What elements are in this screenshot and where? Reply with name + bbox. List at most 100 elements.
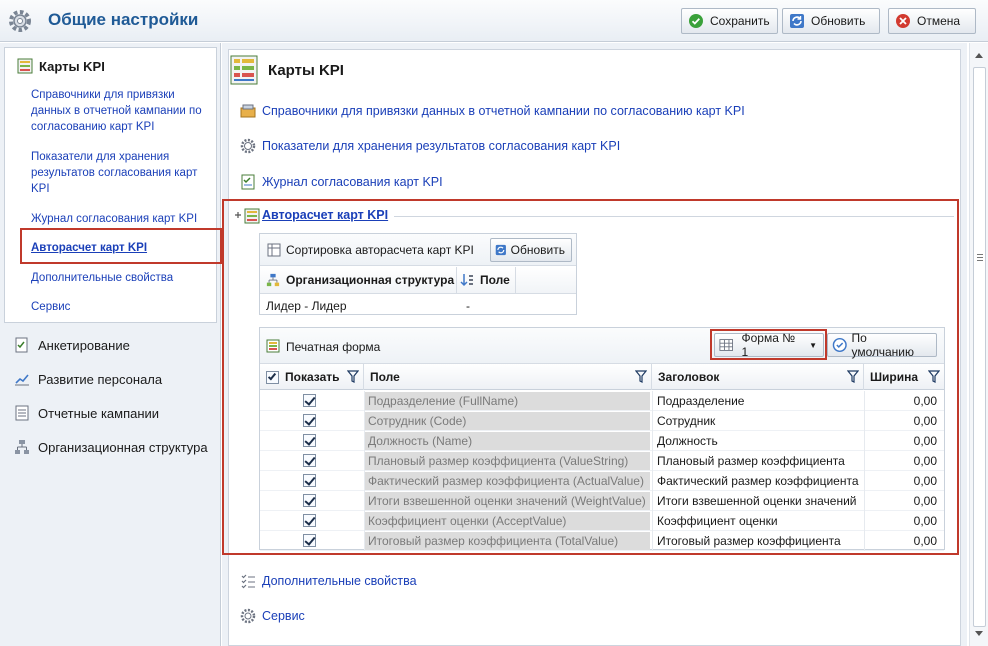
filter-icon[interactable] <box>635 370 647 384</box>
width-cell[interactable]: 0,00 <box>865 491 937 511</box>
col-divider <box>652 491 653 511</box>
form-select-highlight-frame <box>710 329 827 360</box>
filter-icon[interactable] <box>347 370 359 384</box>
cancel-label: Отмена <box>917 14 961 28</box>
refresh-icon <box>790 14 804 28</box>
refresh-label: Обновить <box>811 14 866 28</box>
select-all-checkbox[interactable] <box>266 370 279 384</box>
sort-panel: Сортировка авторасчета карт KPI Обновить… <box>259 233 577 315</box>
filter-icon[interactable] <box>847 370 859 384</box>
filter-icon[interactable] <box>928 370 940 384</box>
show-checkbox[interactable] <box>303 514 316 527</box>
grid-row[interactable]: Плановый размер коэффициента (ValueStrin… <box>260 451 944 471</box>
field-cell: Должность (Name) <box>364 432 650 450</box>
col-divider <box>652 411 653 431</box>
kpi-card-icon <box>17 58 33 74</box>
sidebar-link-service[interactable]: Сервис <box>31 299 70 315</box>
grid-row[interactable]: Фактический размер коэффициента (ActualV… <box>260 471 944 491</box>
caption-cell[interactable]: Плановый размер коэффициента <box>657 451 865 471</box>
org-structure-icon <box>15 440 29 454</box>
col-divider <box>652 511 653 531</box>
save-button[interactable]: Сохранить <box>681 8 778 34</box>
sidebar-link-directories[interactable]: Справочники для привязки данных в отчетн… <box>31 87 206 135</box>
print-toolbar: Печатная форма Форма № 1 ▼ По умолчанию <box>260 328 944 364</box>
col-divider <box>364 431 365 451</box>
width-cell[interactable]: 0,00 <box>865 531 937 551</box>
grid-header: Показать Поле Заголовок Ширина <box>260 364 944 390</box>
scrollbar-thumb[interactable] <box>973 67 986 627</box>
field-cell: Сотрудник (Code) <box>364 412 650 430</box>
grid-col-width[interactable]: Ширина <box>864 364 944 390</box>
show-checkbox[interactable] <box>303 434 316 447</box>
grid-row[interactable]: Подразделение (FullName) Подразделение 0,0… <box>260 391 944 411</box>
show-checkbox[interactable] <box>303 454 316 467</box>
scroll-down-arrow-icon[interactable] <box>975 631 983 636</box>
nav-item-development[interactable]: Развитие персонала <box>14 371 162 387</box>
caption-cell[interactable]: Должность <box>657 431 865 451</box>
properties-list-icon <box>241 574 255 589</box>
grid-col-caption[interactable]: Заголовок <box>652 364 864 390</box>
width-cell[interactable]: 0,00 <box>865 431 937 451</box>
left-panel: Карты KPI Справочники для привязки данны… <box>0 43 221 646</box>
width-cell[interactable]: 0,00 <box>865 511 937 531</box>
width-cell[interactable]: 0,00 <box>865 411 937 431</box>
show-checkbox[interactable] <box>303 494 316 507</box>
col-divider <box>864 471 865 491</box>
sort-row-field[interactable]: - <box>466 299 470 313</box>
link-indicators[interactable]: Показатели для хранения результатов согл… <box>240 138 620 154</box>
sort-col-org[interactable]: Организационная структура <box>266 273 454 287</box>
window-title: Общие настройки <box>48 10 199 29</box>
col-divider <box>864 411 865 431</box>
grid-row[interactable]: Коэффициент оценки (AcceptValue) Коэффици… <box>260 511 944 531</box>
grid-row[interactable]: Должность (Name) Должность 0,00 <box>260 431 944 451</box>
sidebar-highlight-frame <box>20 228 222 264</box>
caption-cell[interactable]: Итоги взвешенной оценки значений <box>657 491 865 511</box>
col-divider <box>864 491 865 511</box>
caption-cell[interactable]: Фактический размер коэффициента <box>657 471 865 491</box>
vertical-scrollbar[interactable] <box>969 43 988 646</box>
caption-cell[interactable]: Подразделение <box>657 391 865 411</box>
col-divider <box>364 391 365 411</box>
print-form-icon <box>266 339 280 353</box>
refresh-button[interactable]: Обновить <box>782 8 880 34</box>
list-icon <box>15 405 29 421</box>
nav-item-campaigns[interactable]: Отчетные кампании <box>14 405 159 421</box>
sort-refresh-button[interactable]: Обновить <box>490 238 572 262</box>
show-checkbox[interactable] <box>303 534 316 547</box>
link-directories[interactable]: Справочники для привязки данных в отчетн… <box>240 103 745 119</box>
main-header: Карты KPI <box>230 55 344 85</box>
caption-cell[interactable]: Итоговый размер коэффициента <box>657 531 865 551</box>
grid-row[interactable]: Итоги взвешенной оценки значений (Weight… <box>260 491 944 511</box>
close-circle-icon <box>896 14 910 28</box>
col-divider <box>456 267 457 294</box>
sidebar-link-indicators[interactable]: Показатели для хранения результатов согл… <box>31 149 211 197</box>
sidebar-link-journal[interactable]: Журнал согласования карт KPI <box>31 211 216 227</box>
show-checkbox[interactable] <box>303 414 316 427</box>
grid-row[interactable]: Сотрудник (Code) Сотрудник 0,00 <box>260 411 944 431</box>
sort-row-org[interactable]: Лидер - Лидер <box>266 299 347 313</box>
grid-col-field[interactable]: Поле <box>364 364 652 390</box>
default-button[interactable]: По умолчанию <box>827 331 937 359</box>
nav-item-survey[interactable]: Анкетирование <box>14 337 130 353</box>
main-title: Карты KPI <box>268 61 344 79</box>
link-journal[interactable]: Журнал согласования карт KPI <box>240 174 443 190</box>
col-divider <box>864 431 865 451</box>
sidebar-link-extra-properties[interactable]: Дополнительные свойства <box>31 270 173 286</box>
caption-cell[interactable]: Коэффициент оценки <box>657 511 865 531</box>
grid-col-show[interactable]: Показать <box>260 364 364 390</box>
link-service[interactable]: Сервис <box>240 608 305 624</box>
width-cell[interactable]: 0,00 <box>865 391 937 411</box>
width-cell[interactable]: 0,00 <box>865 451 937 471</box>
cancel-button[interactable]: Отмена <box>888 8 976 34</box>
sidebar-section-title[interactable]: Карты KPI <box>17 58 105 74</box>
scroll-up-arrow-icon[interactable] <box>975 53 983 58</box>
show-checkbox[interactable] <box>303 394 316 407</box>
nav-item-org-structure[interactable]: Организационная структура <box>14 439 208 455</box>
col-divider <box>652 471 653 491</box>
grid-row[interactable]: Итоговый размер коэффициента (TotalValue… <box>260 531 944 551</box>
link-extra-properties[interactable]: Дополнительные свойства <box>240 573 417 589</box>
width-cell[interactable]: 0,00 <box>865 471 937 491</box>
caption-cell[interactable]: Сотрудник <box>657 411 865 431</box>
show-checkbox[interactable] <box>303 474 316 487</box>
sort-col-field[interactable]: Поле <box>460 273 510 287</box>
